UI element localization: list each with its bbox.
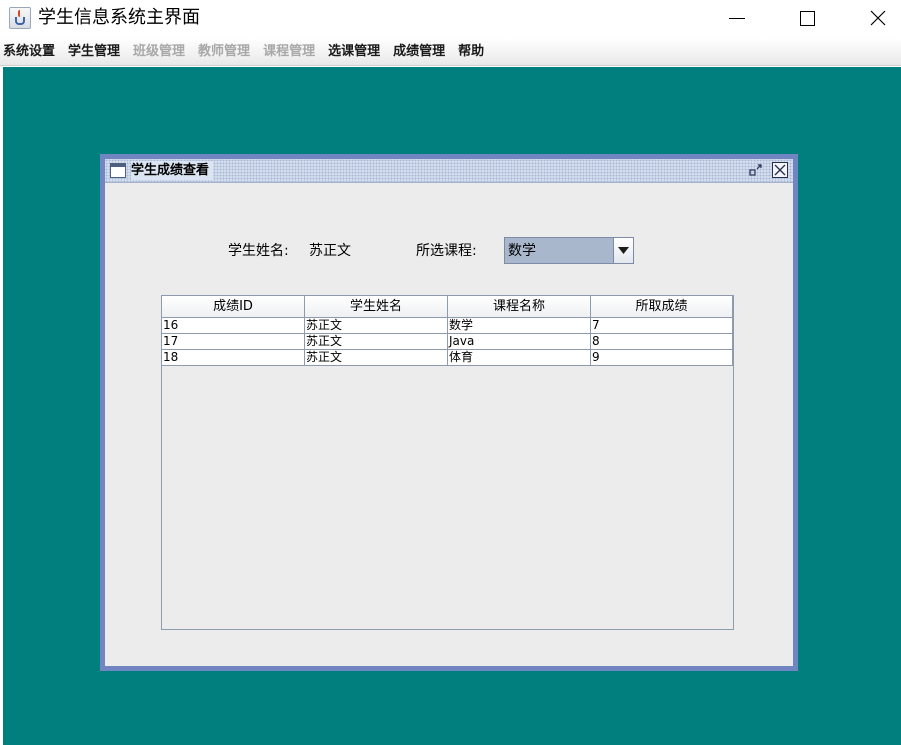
close-icon	[870, 10, 886, 26]
minimize-icon	[729, 17, 745, 19]
cell-score[interactable]: 9	[591, 350, 733, 366]
menu-teacher-management[interactable]: 教师管理	[198, 38, 250, 66]
window-titlebar: 学生信息系统主界面	[0, 0, 901, 38]
table-header: 成绩ID 学生姓名 课程名称 所取成绩	[162, 296, 733, 318]
menu-course-management[interactable]: 课程管理	[263, 38, 315, 66]
java-app-icon	[9, 7, 31, 29]
column-header-score[interactable]: 所取成绩	[591, 296, 733, 318]
maximize-icon	[799, 10, 815, 26]
menu-course-selection-management[interactable]: 选课管理	[328, 38, 380, 66]
cell-student-name[interactable]: 苏正文	[305, 318, 448, 334]
column-header-grade-id[interactable]: 成绩ID	[162, 296, 305, 318]
menu-grade-management[interactable]: 成绩管理	[393, 38, 445, 66]
cell-student-name[interactable]: 苏正文	[305, 350, 448, 366]
student-name-value: 苏正文	[309, 243, 351, 259]
course-select-value: 数学	[508, 243, 536, 259]
desktop-pane: 学生成绩查看 学生姓名: 苏正文 所选课程: 数学 成绩ID 学生姓名 课程名称…	[3, 67, 901, 745]
menu-class-management[interactable]: 班级管理	[133, 38, 185, 66]
cell-grade-id[interactable]: 17	[162, 334, 305, 350]
column-header-course-name[interactable]: 课程名称	[448, 296, 591, 318]
close-icon	[774, 164, 786, 176]
cell-course-name[interactable]: 体育	[448, 350, 591, 366]
cell-student-name[interactable]: 苏正文	[305, 334, 448, 350]
internal-frame-title: 学生成绩查看	[131, 161, 214, 180]
menu-bar: 系统设置 学生管理 班级管理 教师管理 课程管理 选课管理 成绩管理 帮助	[0, 38, 901, 66]
internal-close-button[interactable]	[772, 162, 788, 178]
course-select[interactable]: 数学	[504, 237, 634, 264]
cell-grade-id[interactable]: 16	[162, 318, 305, 334]
frame-window-icon	[110, 163, 126, 178]
column-header-student-name[interactable]: 学生姓名	[305, 296, 448, 318]
course-select-dropdown-button[interactable]	[613, 237, 634, 264]
menu-student-management[interactable]: 学生管理	[68, 38, 120, 66]
window-title: 学生信息系统主界面	[38, 7, 200, 28]
restore-button[interactable]	[748, 162, 764, 178]
table-row[interactable]: 18 苏正文 体育 9	[162, 350, 733, 366]
menu-system-settings[interactable]: 系统设置	[3, 38, 55, 66]
course-label: 所选课程:	[416, 243, 477, 259]
internal-frame-titlebar[interactable]: 学生成绩查看	[105, 159, 793, 183]
minimize-button[interactable]	[714, 0, 760, 36]
restore-icon	[749, 164, 762, 176]
student-name-label: 学生姓名:	[228, 243, 289, 259]
cell-course-name[interactable]: Java	[448, 334, 591, 350]
table-row[interactable]: 16 苏正文 数学 7	[162, 318, 733, 334]
close-button[interactable]	[855, 0, 901, 36]
cell-score[interactable]: 8	[591, 334, 733, 350]
cell-score[interactable]: 7	[591, 318, 733, 334]
maximize-button[interactable]	[784, 0, 830, 36]
cell-course-name[interactable]: 数学	[448, 318, 591, 334]
frame-content: 学生姓名: 苏正文 所选课程: 数学 成绩ID 学生姓名 课程名称 所取成绩 1…	[105, 184, 793, 666]
grade-view-internal-frame: 学生成绩查看 学生姓名: 苏正文 所选课程: 数学 成绩ID 学生姓名 课程名称…	[100, 154, 798, 671]
menu-help[interactable]: 帮助	[458, 38, 484, 66]
table-row[interactable]: 17 苏正文 Java 8	[162, 334, 733, 350]
cell-grade-id[interactable]: 18	[162, 350, 305, 366]
chevron-down-icon	[618, 247, 629, 254]
grades-table[interactable]: 成绩ID 学生姓名 课程名称 所取成绩 16 苏正文 数学 7 17 苏正文 J…	[161, 295, 734, 630]
